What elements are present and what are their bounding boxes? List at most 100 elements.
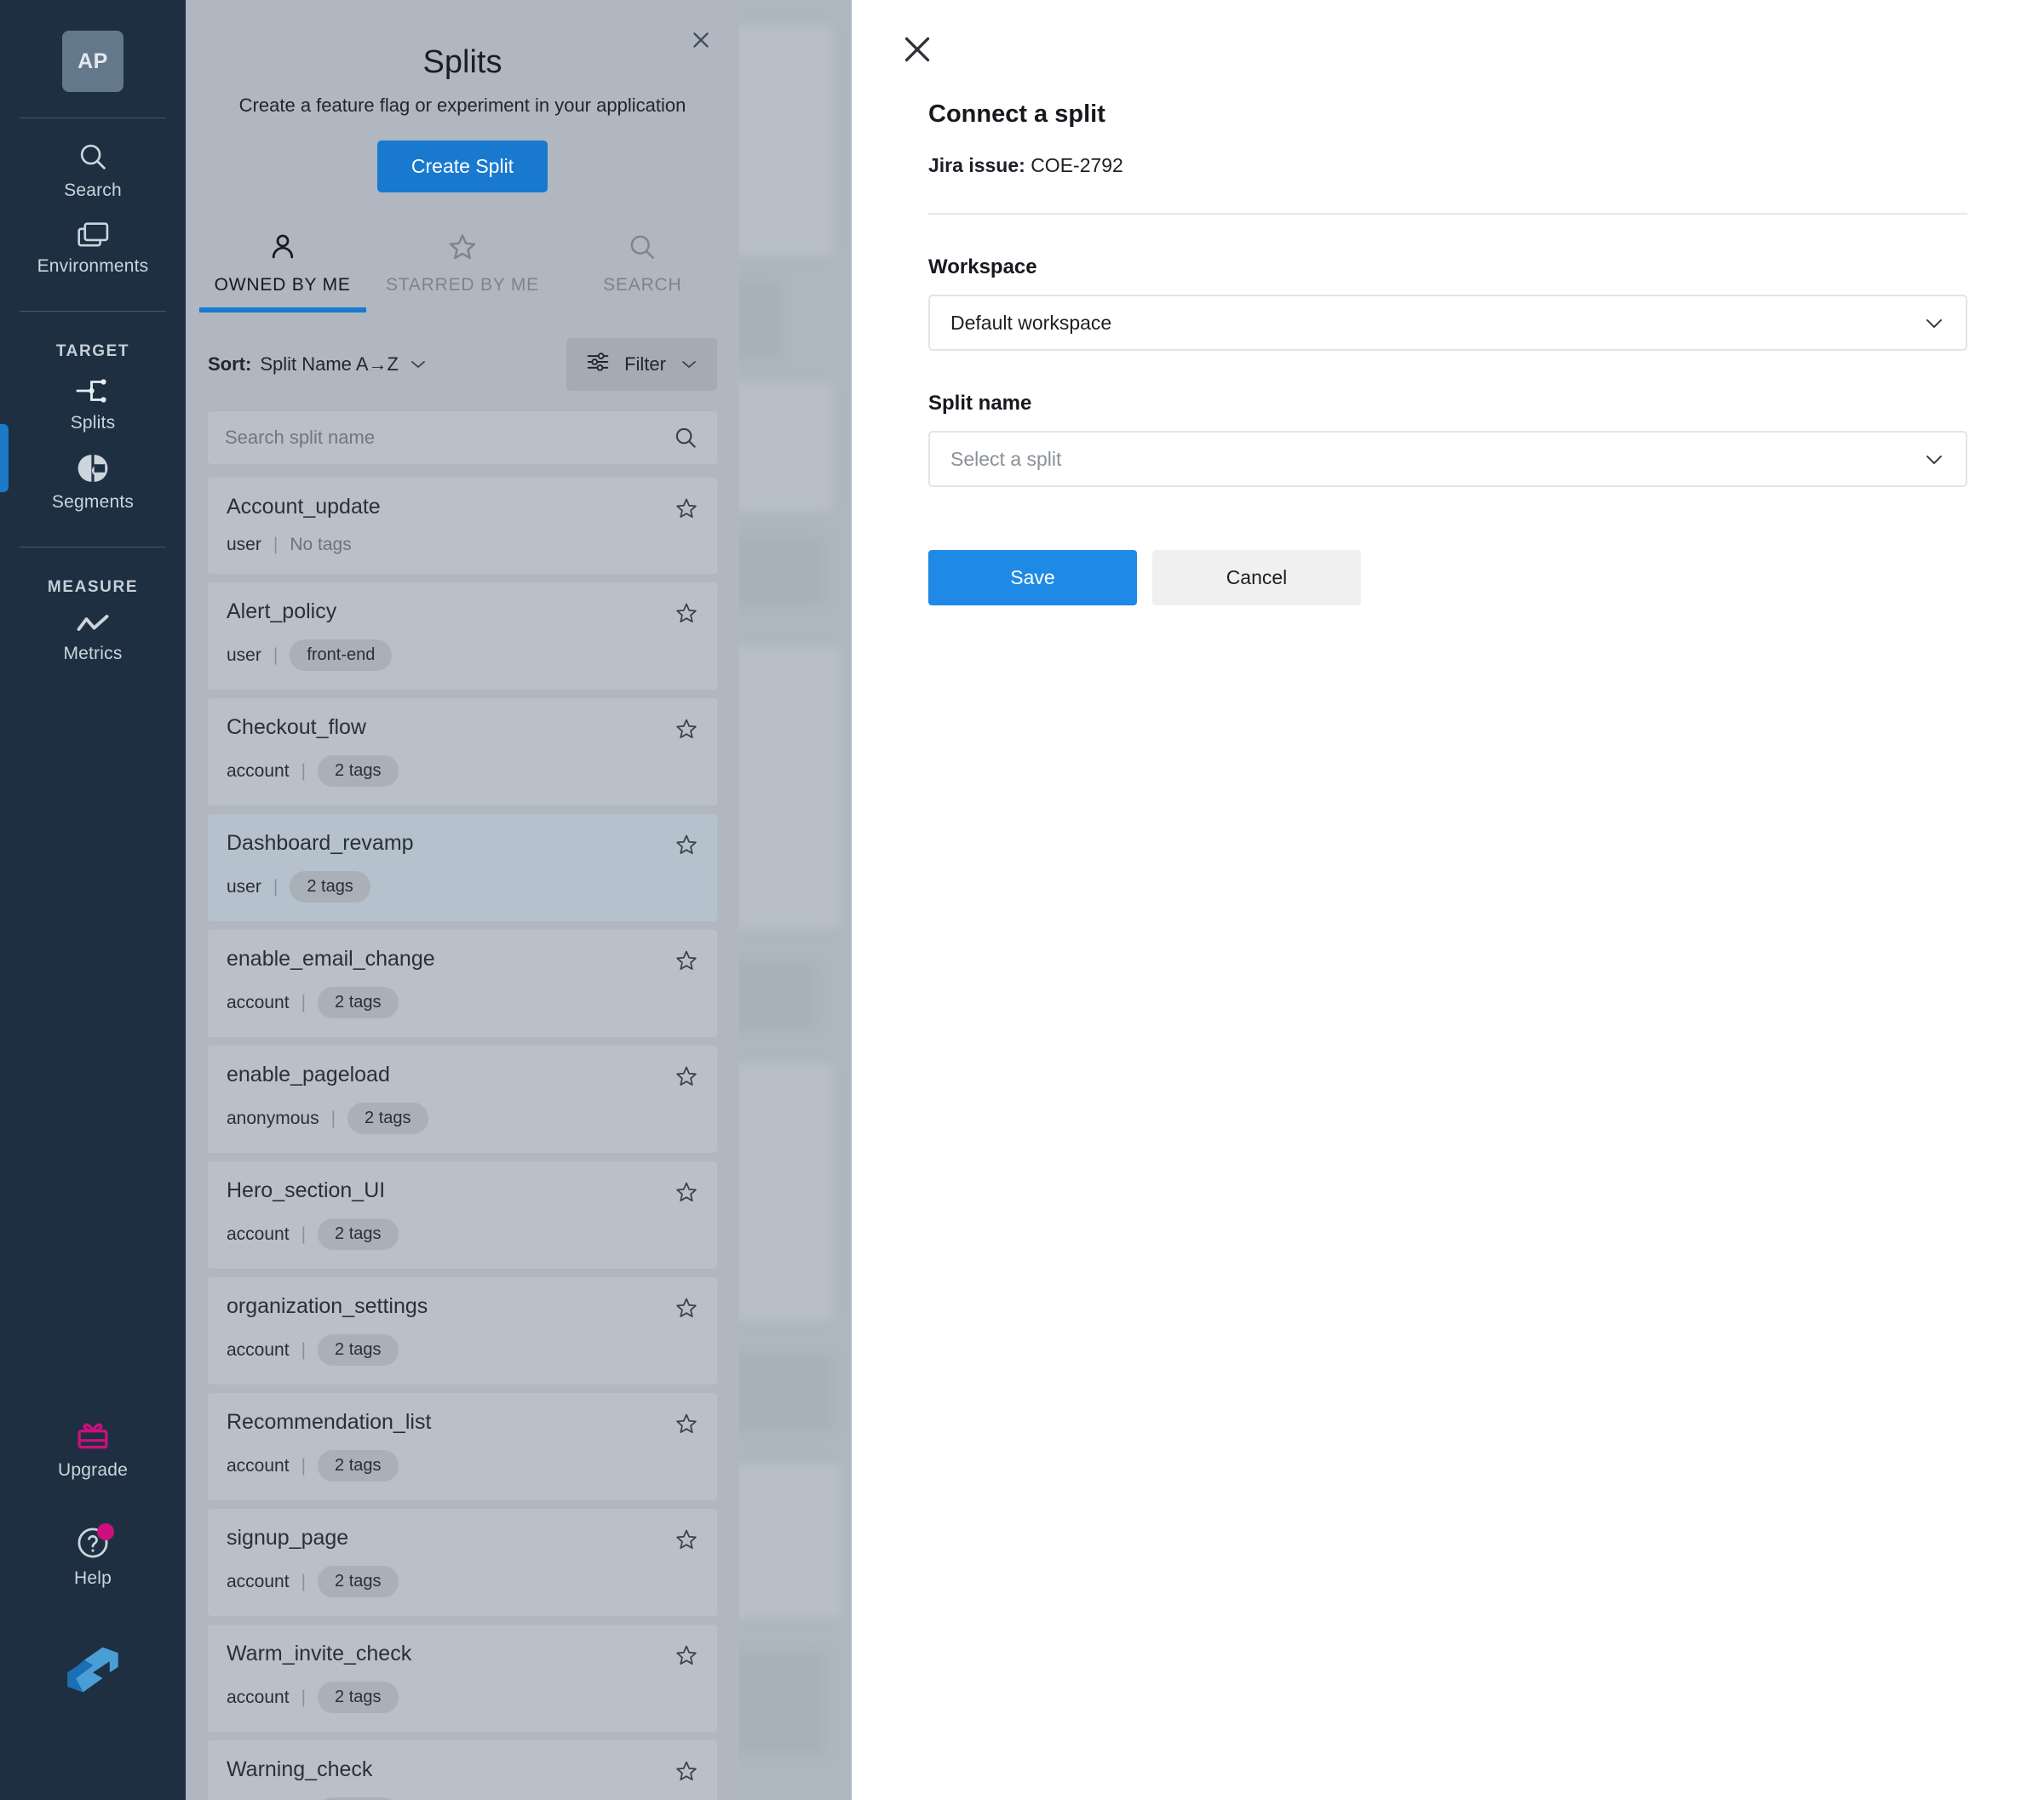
help-circle-icon	[75, 1523, 114, 1561]
tab-owned-by-me[interactable]: OWNED BY ME	[192, 232, 372, 312]
split-traffic-type: account	[227, 992, 290, 1012]
filter-label: Filter	[624, 353, 666, 375]
sidebar-item-label: Splits	[70, 413, 116, 433]
star-icon[interactable]	[675, 1296, 698, 1324]
close-icon[interactable]	[686, 26, 715, 54]
sidebar-item-label: Help	[74, 1568, 112, 1588]
split-name: enable_pageload	[227, 1063, 390, 1086]
split-list-item[interactable]: Warm_invite_check account | 2 tags	[208, 1625, 717, 1732]
create-split-button[interactable]: Create Split	[376, 140, 548, 192]
split-list-item[interactable]: Checkout_flow account | 2 tags	[208, 698, 717, 805]
split-meta: user | 2 tags	[227, 871, 698, 903]
meta-divider: |	[273, 535, 278, 554]
search-input[interactable]	[208, 427, 673, 449]
save-button[interactable]: Save	[928, 550, 1137, 605]
split-name: Warm_invite_check	[227, 1642, 412, 1665]
split-traffic-type: account	[227, 1455, 290, 1476]
tab-label: OWNED BY ME	[214, 275, 351, 295]
split-list-item[interactable]: Hero_section_UI account | 2 tags	[208, 1161, 717, 1269]
tab-starred-by-me[interactable]: STARRED BY ME	[372, 232, 552, 312]
split-name: Alert_policy	[227, 599, 337, 623]
tab-search[interactable]: SEARCH	[553, 232, 732, 312]
search-icon[interactable]	[673, 425, 717, 450]
sidebar-item-label: Segments	[51, 492, 135, 512]
star-icon[interactable]	[675, 1412, 698, 1440]
divider	[928, 213, 1967, 215]
split-list-item[interactable]: Dashboard_revamp user | 2 tags	[208, 814, 717, 921]
split-name: Recommendation_list	[227, 1410, 432, 1434]
star-icon[interactable]	[675, 1064, 698, 1092]
split-list-item[interactable]: enable_email_changeaccount | 2 tags	[208, 930, 717, 1037]
sidebar-item-splits[interactable]: Splits	[0, 366, 186, 442]
star-icon[interactable]	[675, 717, 698, 745]
sidebar-item-environments[interactable]: Environments	[0, 209, 186, 285]
tab-label: STARRED BY ME	[385, 275, 539, 295]
split-list-item[interactable]: enable_pageload anonymous | 2 tags	[208, 1046, 717, 1153]
help-notification-dot	[97, 1523, 114, 1540]
star-icon[interactable]	[675, 949, 698, 977]
star-icon[interactable]	[675, 833, 698, 861]
cancel-button[interactable]: Cancel	[1152, 550, 1361, 605]
meta-divider: |	[330, 1108, 336, 1128]
split-meta: account | 2 tags	[227, 1218, 698, 1250]
sidebar-item-search[interactable]: Search	[0, 130, 186, 209]
split-meta: account | 2 tags	[227, 987, 698, 1018]
meta-divider: |	[301, 1687, 307, 1707]
split-name: Hero_section_UI	[227, 1178, 386, 1202]
split-meta: account | 2 tags	[227, 1566, 698, 1597]
workspace-select[interactable]: Default workspace	[928, 295, 1967, 351]
workspace-label: Workspace	[928, 255, 1037, 278]
split-list-item[interactable]: organization_settings account | 2 tags	[208, 1277, 717, 1384]
sort-value: Split Name A→Z	[260, 353, 399, 375]
avatar[interactable]: AP	[62, 31, 123, 92]
split-tags-pill: 2 tags	[318, 1218, 399, 1250]
split-tags-pill: 2 tags	[290, 871, 370, 903]
splits-icon	[75, 376, 111, 405]
split-traffic-type: user	[227, 876, 261, 897]
split-tags-pill: 2 tags	[318, 987, 399, 1018]
splits-tabs: OWNED BY ME STARRED BY ME SEARCH	[186, 232, 739, 312]
star-icon[interactable]	[675, 496, 698, 525]
split-list-item[interactable]: Recommendation_list account | 2 tags	[208, 1393, 717, 1500]
meta-divider: |	[301, 1224, 307, 1244]
split-name: enable_email_change	[227, 947, 435, 971]
split-name: Warning_check	[227, 1757, 373, 1781]
split-list-item[interactable]: Account_update user | No tags	[208, 478, 717, 574]
connect-a-split-modal: Connect a split Jira issue: COE-2792 Wor…	[852, 0, 2044, 1800]
search-split-field[interactable]	[208, 411, 717, 464]
star-icon[interactable]	[675, 1759, 698, 1787]
sidebar-item-metrics[interactable]: Metrics	[0, 602, 186, 673]
filter-button[interactable]: Filter	[566, 338, 717, 391]
split-meta: account | 2 tags	[227, 1334, 698, 1366]
star-icon[interactable]	[675, 1528, 698, 1556]
split-tags-pill: 2 tags	[318, 1450, 399, 1482]
close-icon[interactable]	[899, 31, 936, 68]
meta-divider: |	[301, 1339, 307, 1360]
star-icon[interactable]	[675, 1180, 698, 1208]
split-name-select[interactable]: Select a split	[928, 431, 1967, 487]
split-list-item[interactable]: signup_page account | 2 tags	[208, 1509, 717, 1616]
meta-divider: |	[301, 992, 307, 1012]
meta-divider: |	[301, 760, 307, 781]
star-icon[interactable]	[675, 601, 698, 629]
page-subtitle: Create a feature flag or experiment in y…	[238, 95, 686, 116]
split-list-item[interactable]: Alert_policy user | front-end	[208, 582, 717, 690]
meta-divider: |	[301, 1571, 307, 1591]
left-nav-rail: AP Search Environments TARGET Splits Seg…	[0, 0, 186, 1800]
sidebar-item-segments[interactable]: Segments	[0, 442, 186, 521]
split-traffic-type: account	[227, 1339, 290, 1360]
sidebar-item-upgrade[interactable]: Upgrade	[0, 1410, 186, 1489]
sort-control[interactable]: Sort: Split Name A→Z	[208, 353, 428, 375]
sidebar-item-label: Metrics	[63, 644, 123, 663]
splits-list: Account_update user | No tags Alert_policyus…	[208, 478, 717, 1800]
sidebar-item-help[interactable]: Help	[0, 1515, 186, 1597]
split-list-item[interactable]: Warning_checkaccount|2 tags	[208, 1740, 717, 1800]
split-logo[interactable]	[0, 1642, 186, 1698]
page-title: Splits	[422, 44, 502, 80]
split-meta: user | front-end	[227, 639, 698, 671]
star-icon[interactable]	[675, 1643, 698, 1671]
chevron-down-icon	[409, 353, 428, 375]
split-traffic-type: anonymous	[227, 1108, 319, 1128]
split-tags-pill: 2 tags	[318, 1566, 399, 1597]
sort-label: Sort:	[208, 353, 252, 375]
